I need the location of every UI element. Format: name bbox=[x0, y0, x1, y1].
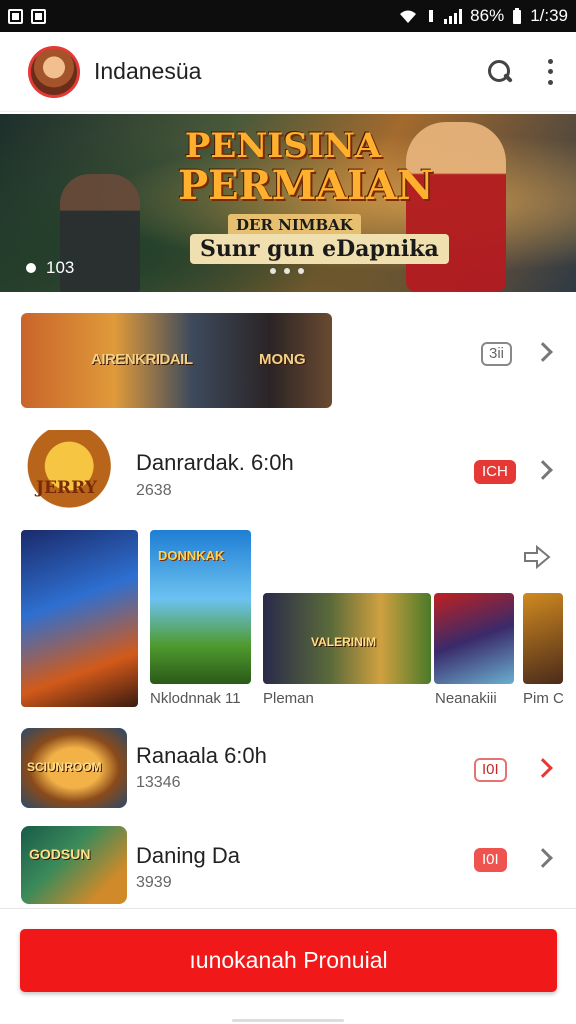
primary-cta-button[interactable]: ıunokanah Pronuial bbox=[20, 929, 557, 992]
data-transfer-icon bbox=[429, 10, 434, 22]
game-card[interactable] bbox=[434, 593, 514, 684]
divider bbox=[0, 908, 576, 909]
card-caption: Pleman bbox=[263, 690, 314, 707]
status-badge: I0I bbox=[474, 848, 507, 872]
avatar[interactable] bbox=[28, 45, 80, 98]
game-subtitle: 3939 bbox=[136, 874, 172, 891]
featured-game-banner[interactable]: AIRENKRIDAIL MONG bbox=[21, 313, 332, 408]
hero-subtitle: DER NIMBAK bbox=[228, 214, 361, 236]
status-badge: ICH bbox=[474, 460, 516, 484]
image-notification-icon bbox=[31, 8, 46, 24]
hero-view-counter: 103 bbox=[26, 258, 74, 278]
card-caption: Pim C bbox=[523, 690, 564, 707]
hero-banner[interactable]: PENISINA PERMAIAN DER NIMBAK Sunr gun eD… bbox=[0, 114, 576, 292]
share-icon[interactable] bbox=[523, 543, 551, 571]
hero-tagline: Sunr gun eDapnika bbox=[190, 234, 449, 264]
game-logo[interactable]: JERRY bbox=[26, 430, 122, 510]
banner-text-left: AIRENKRIDAIL bbox=[91, 351, 193, 368]
status-bar: 86% 1/:39 bbox=[0, 0, 576, 32]
featured-badge: 3ii bbox=[481, 342, 513, 366]
hero-title: PENISINA PERMAIAN bbox=[178, 126, 434, 209]
home-indicator bbox=[232, 1019, 344, 1022]
game-card[interactable] bbox=[21, 530, 138, 707]
game-subtitle: 2638 bbox=[136, 482, 172, 499]
game-card[interactable]: VALERINIM bbox=[263, 593, 431, 684]
game-logo[interactable]: GODSUN bbox=[21, 826, 127, 904]
counter-dot-icon bbox=[26, 263, 36, 273]
card-caption: Neanakiii bbox=[435, 690, 497, 707]
chevron-right-icon[interactable] bbox=[533, 460, 553, 480]
game-title[interactable]: Danrardak. 6:0h bbox=[136, 450, 294, 476]
game-card[interactable]: DONNKAK bbox=[150, 530, 251, 684]
more-options-icon[interactable] bbox=[548, 58, 554, 85]
page-title: Indanesüa bbox=[94, 58, 202, 84]
banner-text-right: MONG bbox=[259, 351, 306, 368]
game-title[interactable]: Daning Da bbox=[136, 843, 240, 869]
game-title[interactable]: Ranaala 6:0h bbox=[136, 743, 267, 769]
battery-icon bbox=[513, 8, 522, 24]
chevron-right-icon[interactable] bbox=[533, 342, 553, 362]
card-caption: Nklodnnak 11 bbox=[150, 690, 241, 707]
game-card[interactable] bbox=[523, 593, 563, 684]
signal-icon bbox=[444, 8, 463, 24]
chevron-right-icon[interactable] bbox=[533, 758, 553, 778]
status-badge: I0I bbox=[474, 758, 507, 782]
game-subtitle: 13346 bbox=[136, 774, 181, 791]
wifi-icon bbox=[400, 10, 417, 23]
carousel-pagination[interactable] bbox=[270, 268, 304, 274]
search-icon[interactable] bbox=[486, 58, 514, 86]
gallery-notification-icon bbox=[8, 8, 23, 24]
clock: 1/:39 bbox=[530, 6, 568, 25]
chevron-right-icon[interactable] bbox=[533, 848, 553, 868]
app-bar: Indanesüa bbox=[0, 32, 576, 112]
battery-percentage: 86% bbox=[470, 6, 505, 25]
game-logo[interactable]: SCIUNROOM bbox=[21, 728, 127, 808]
